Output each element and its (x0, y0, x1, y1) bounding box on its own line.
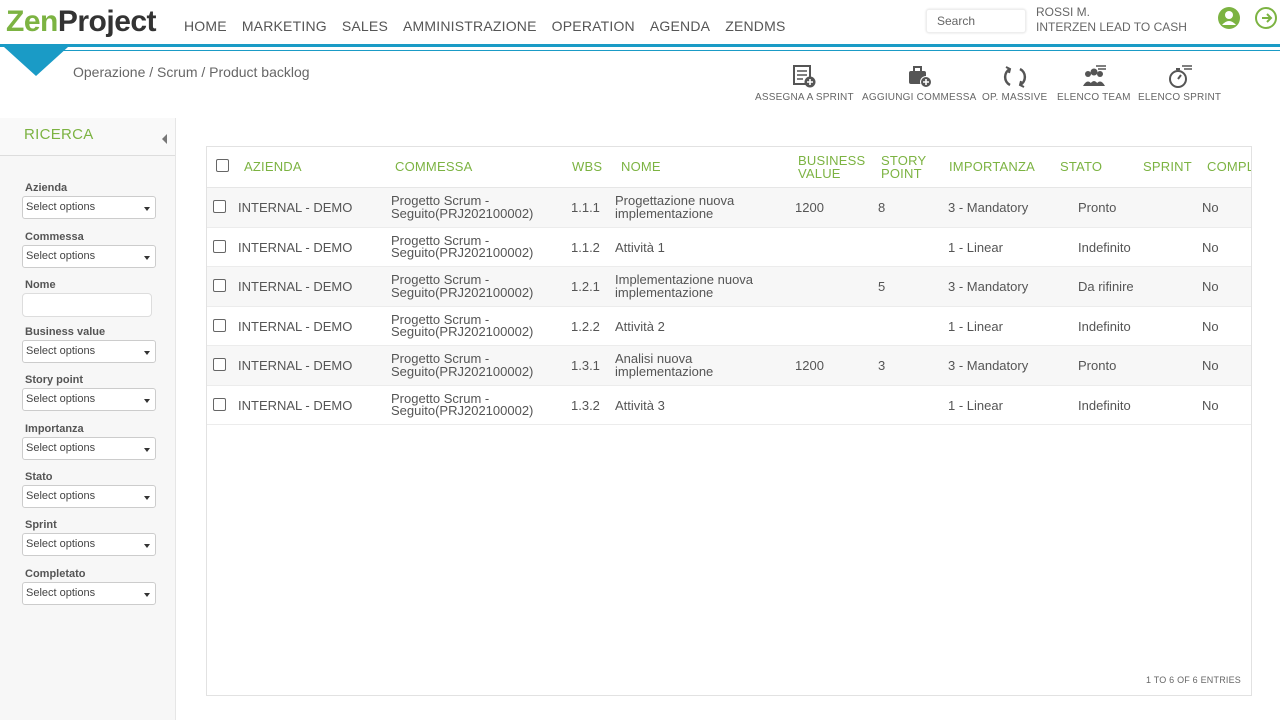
header-completato[interactable]: COMPL (1207, 160, 1251, 173)
nav-agenda[interactable]: AGENDA (650, 18, 710, 34)
sprint-list-button[interactable]: ELENCO SPRINT (1138, 64, 1221, 103)
row-checkbox[interactable] (213, 358, 226, 371)
header-divider-thin (60, 50, 1280, 51)
row-checkbox[interactable] (213, 239, 226, 253)
commessa-select[interactable]: Select options (22, 245, 156, 268)
stopwatch-icon (1168, 65, 1192, 88)
menu-toggle-triangle[interactable] (4, 47, 68, 76)
header-divider (0, 44, 1280, 47)
nav-marketing[interactable]: MARKETING (242, 18, 327, 34)
row-checkbox[interactable] (213, 279, 226, 292)
table-row[interactable]: INTERNAL - DEMO Progetto Scrum - Seguito(… (207, 228, 1251, 267)
team-icon (1082, 65, 1106, 86)
sidebar-header: RICERCA (0, 118, 175, 156)
nome-input[interactable] (22, 293, 152, 317)
assign-sprint-button[interactable]: ASSEGNA A SPRINT (755, 64, 854, 103)
team-list-button[interactable]: ELENCO TEAM (1057, 64, 1131, 103)
filter-business-value: Business value Select options (22, 326, 156, 363)
header-story-point[interactable]: STORY POINT (881, 154, 931, 180)
header-sprint[interactable]: SPRINT (1143, 160, 1192, 173)
table-row[interactable]: INTERNAL - DEMO Progetto Scrum - Seguito(… (207, 386, 1251, 425)
assign-sprint-icon (793, 65, 816, 88)
row-checkbox[interactable] (213, 200, 226, 213)
header-wbs[interactable]: WBS (572, 160, 602, 173)
azienda-select[interactable]: Select options (22, 196, 156, 219)
completato-select[interactable]: Select options (22, 582, 156, 605)
app-logo[interactable]: ZenProject (6, 4, 157, 40)
story-point-select[interactable]: Select options (22, 388, 156, 411)
stato-select[interactable]: Select options (22, 485, 156, 508)
header-stato[interactable]: STATO (1060, 160, 1102, 173)
business-value-select[interactable]: Select options (22, 340, 156, 363)
logout-icon[interactable] (1254, 6, 1278, 30)
add-commessa-button[interactable]: AGGIUNGI COMMESSA (862, 64, 977, 103)
filter-sprint: Sprint Select options (22, 519, 156, 556)
backlog-table: AZIENDA COMMESSA WBS NOME BUSINESS VALUE… (206, 146, 1252, 696)
sprint-select[interactable]: Select options (22, 533, 156, 556)
search-input[interactable]: Search (926, 9, 1026, 33)
filter-story-point: Story point Select options (22, 374, 156, 411)
filter-completato: Completato Select options (22, 568, 156, 605)
select-all-checkbox[interactable] (216, 159, 229, 172)
table-info: 1 TO 6 OF 6 ENTRIES (1146, 675, 1241, 685)
row-checkbox[interactable] (213, 318, 226, 332)
search-sidebar: RICERCA Azienda Select options Commessa … (0, 118, 176, 720)
header-commessa[interactable]: COMMESSA (395, 160, 472, 173)
filter-nome: Nome (22, 279, 152, 317)
table-row[interactable]: INTERNAL - DEMO Progetto Scrum - Seguito(… (207, 188, 1251, 228)
main-nav: HOME MARKETING SALES AMMINISTRAZIONE OPE… (184, 18, 801, 34)
filter-commessa: Commessa Select options (22, 231, 156, 268)
user-profile-icon[interactable] (1217, 6, 1241, 30)
nav-home[interactable]: HOME (184, 18, 227, 34)
bulk-operations-button[interactable]: OP. MASSIVE (982, 64, 1047, 103)
importanza-select[interactable]: Select options (22, 437, 156, 460)
row-checkbox[interactable] (213, 397, 226, 411)
top-header: ZenProject HOME MARKETING SALES AMMINIST… (0, 0, 1280, 46)
add-commessa-icon (909, 66, 933, 88)
collapse-sidebar-icon[interactable] (162, 134, 167, 144)
nav-zendms[interactable]: ZENDMS (725, 18, 785, 34)
filter-importanza: Importanza Select options (22, 423, 156, 460)
table-row[interactable]: INTERNAL - DEMO Progetto Scrum - Seguito(… (207, 346, 1251, 386)
header-importanza[interactable]: IMPORTANZA (949, 160, 1035, 173)
table-header: AZIENDA COMMESSA WBS NOME BUSINESS VALUE… (207, 147, 1251, 188)
filter-stato: Stato Select options (22, 471, 156, 508)
sidebar-title: RICERCA (24, 126, 94, 143)
header-azienda[interactable]: AZIENDA (244, 160, 302, 173)
refresh-icon (1003, 66, 1026, 88)
user-info: ROSSI M. INTERZEN LEAD TO CASH (1036, 5, 1187, 35)
table-row[interactable]: INTERNAL - DEMO Progetto Scrum - Seguito(… (207, 307, 1251, 346)
table-row[interactable]: INTERNAL - DEMO Progetto Scrum - Seguito(… (207, 267, 1251, 307)
breadcrumb: Operazione / Scrum / Product backlog (73, 64, 310, 80)
filter-azienda: Azienda Select options (22, 182, 156, 219)
nav-amministrazione[interactable]: AMMINISTRAZIONE (403, 18, 537, 34)
user-company: INTERZEN LEAD TO CASH (1036, 20, 1187, 34)
user-name: ROSSI M. (1036, 5, 1091, 19)
nav-sales[interactable]: SALES (342, 18, 388, 34)
header-business-value[interactable]: BUSINESS VALUE (798, 154, 868, 180)
nav-operation[interactable]: OPERATION (552, 18, 635, 34)
header-nome[interactable]: NOME (621, 160, 661, 173)
